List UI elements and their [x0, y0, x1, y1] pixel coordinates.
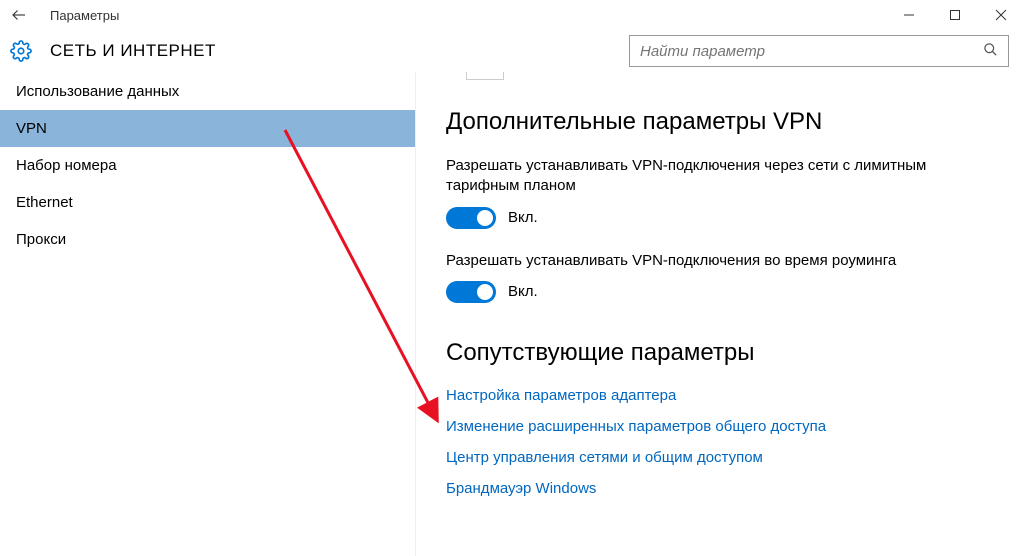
sidebar-item-data-usage[interactable]: Использование данных — [0, 73, 415, 110]
minimize-button[interactable] — [886, 0, 932, 30]
gear-icon — [10, 40, 50, 62]
header: СЕТЬ И ИНТЕРНЕТ — [0, 30, 1024, 72]
add-vpn-button-partial[interactable] — [466, 72, 504, 80]
page-title: СЕТЬ И ИНТЕРНЕТ — [50, 41, 629, 61]
sidebar-item-dialup[interactable]: Набор номера — [0, 147, 415, 184]
sidebar: Использование данных VPN Набор номера Et… — [0, 72, 415, 556]
close-button[interactable] — [978, 0, 1024, 30]
sidebar-item-vpn[interactable]: VPN — [0, 110, 415, 147]
sidebar-item-ethernet[interactable]: Ethernet — [0, 184, 415, 221]
back-button[interactable] — [10, 6, 50, 24]
related-heading: Сопутствующие параметры — [446, 339, 994, 367]
link-adapter-settings[interactable]: Настройка параметров адаптера — [446, 387, 994, 404]
toggle-roaming-state: Вкл. — [508, 283, 538, 300]
search-box[interactable] — [629, 35, 1009, 67]
link-network-center[interactable]: Центр управления сетями и общим доступом — [446, 449, 994, 466]
link-firewall[interactable]: Брандмауэр Windows — [446, 480, 994, 497]
setting-metered: Разрешать устанавливать VPN-подключения … — [446, 156, 994, 229]
window-controls — [886, 0, 1024, 30]
setting-roaming: Разрешать устанавливать VPN-подключения … — [446, 251, 994, 303]
search-icon — [983, 42, 998, 61]
setting-metered-label: Разрешать устанавливать VPN-подключения … — [446, 156, 994, 197]
window-title: Параметры — [50, 8, 886, 23]
content-pane: Дополнительные параметры VPN Разрешать у… — [415, 72, 1024, 556]
sidebar-item-proxy[interactable]: Прокси — [0, 221, 415, 258]
maximize-button[interactable] — [932, 0, 978, 30]
advanced-heading: Дополнительные параметры VPN — [446, 108, 994, 136]
toggle-metered-state: Вкл. — [508, 209, 538, 226]
search-input[interactable] — [640, 43, 983, 60]
title-bar: Параметры — [0, 0, 1024, 30]
toggle-roaming[interactable] — [446, 281, 496, 303]
link-advanced-sharing[interactable]: Изменение расширенных параметров общего … — [446, 418, 994, 435]
toggle-metered[interactable] — [446, 207, 496, 229]
setting-roaming-label: Разрешать устанавливать VPN-подключения … — [446, 251, 994, 271]
